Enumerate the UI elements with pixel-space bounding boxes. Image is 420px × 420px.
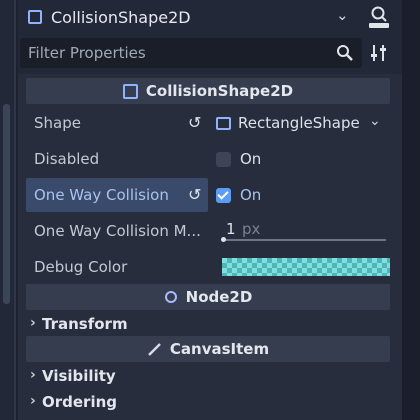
- margin-slider-knob[interactable]: [221, 237, 226, 242]
- doc-search-icon[interactable]: [366, 4, 392, 30]
- shape-dropdown-chevron-icon[interactable]: ⌄: [369, 113, 381, 129]
- chevron-right-icon: ›: [30, 367, 36, 383]
- group-title: Visibility: [42, 367, 116, 385]
- shape-value[interactable]: RectangleShape: [238, 114, 360, 132]
- revert-icon[interactable]: ↺: [188, 113, 201, 132]
- one-way-collision-value: On: [240, 186, 262, 204]
- chevron-right-icon: ›: [30, 315, 36, 331]
- chevron-down-icon[interactable]: ⌄: [336, 6, 349, 24]
- group-visibility[interactable]: › Visibility: [26, 364, 390, 390]
- inspector-header: CollisionShape2D ⌄: [18, 0, 402, 34]
- property-debug-color: Debug Color: [26, 250, 390, 284]
- section-node2d[interactable]: Node2D: [26, 284, 390, 310]
- section-collision-shape2d[interactable]: CollisionShape2D: [26, 78, 390, 104]
- filter-properties-input[interactable]: Filter Properties: [20, 38, 362, 68]
- property-one-way-collision: One Way Collision ↺ On: [26, 178, 390, 212]
- rectangle-shape-icon: [216, 117, 231, 130]
- left-scrollbar[interactable]: [3, 104, 10, 304]
- margin-unit: px: [242, 220, 261, 238]
- property-one-way-collision-margin: One Way Collision M... 1 px: [26, 214, 390, 248]
- disabled-label: Disabled: [34, 150, 100, 168]
- node2d-icon: [164, 291, 177, 303]
- one-way-collision-checkbox[interactable]: [216, 188, 231, 203]
- chevron-right-icon: ›: [30, 393, 36, 409]
- debug-color-label: Debug Color: [34, 258, 128, 276]
- disabled-checkbox[interactable]: [216, 152, 231, 167]
- disabled-value: On: [240, 150, 262, 168]
- margin-value[interactable]: 1: [226, 220, 236, 238]
- collision-shape-node-icon: [28, 10, 42, 24]
- object-title[interactable]: CollisionShape2D: [51, 8, 191, 27]
- revert-icon[interactable]: ↺: [188, 185, 201, 204]
- property-disabled: Disabled On: [26, 142, 390, 176]
- debug-color-swatch[interactable]: [222, 258, 390, 276]
- tools-icon[interactable]: [368, 42, 390, 64]
- shape-label: Shape: [34, 114, 81, 132]
- search-icon[interactable]: [336, 44, 354, 62]
- section-title: CanvasItem: [169, 340, 270, 358]
- group-title: Ordering: [42, 393, 118, 411]
- inspector-panel: CollisionShape2D ⌄ Filter Properties Col…: [18, 0, 402, 420]
- section-canvas-item[interactable]: CanvasItem: [26, 336, 390, 362]
- group-title: Transform: [42, 315, 128, 333]
- collision-shape-icon: [122, 83, 138, 99]
- group-ordering[interactable]: › Ordering: [26, 390, 390, 416]
- section-title: CollisionShape2D: [145, 82, 294, 100]
- inspector-content: CollisionShape2D Shape ↺ RectangleShape …: [18, 74, 402, 420]
- group-transform[interactable]: › Transform: [26, 312, 390, 338]
- section-title: Node2D: [185, 288, 253, 306]
- margin-slider-track[interactable]: [222, 239, 386, 241]
- pencil-icon: [148, 342, 161, 356]
- one-way-collision-margin-label: One Way Collision M...: [34, 222, 201, 240]
- one-way-collision-label: One Way Collision: [34, 186, 169, 204]
- filter-placeholder: Filter Properties: [28, 44, 146, 62]
- property-shape: Shape ↺ RectangleShape ⌄: [26, 106, 390, 140]
- right-dock-strip: [402, 0, 420, 420]
- left-dock-strip: [0, 0, 16, 420]
